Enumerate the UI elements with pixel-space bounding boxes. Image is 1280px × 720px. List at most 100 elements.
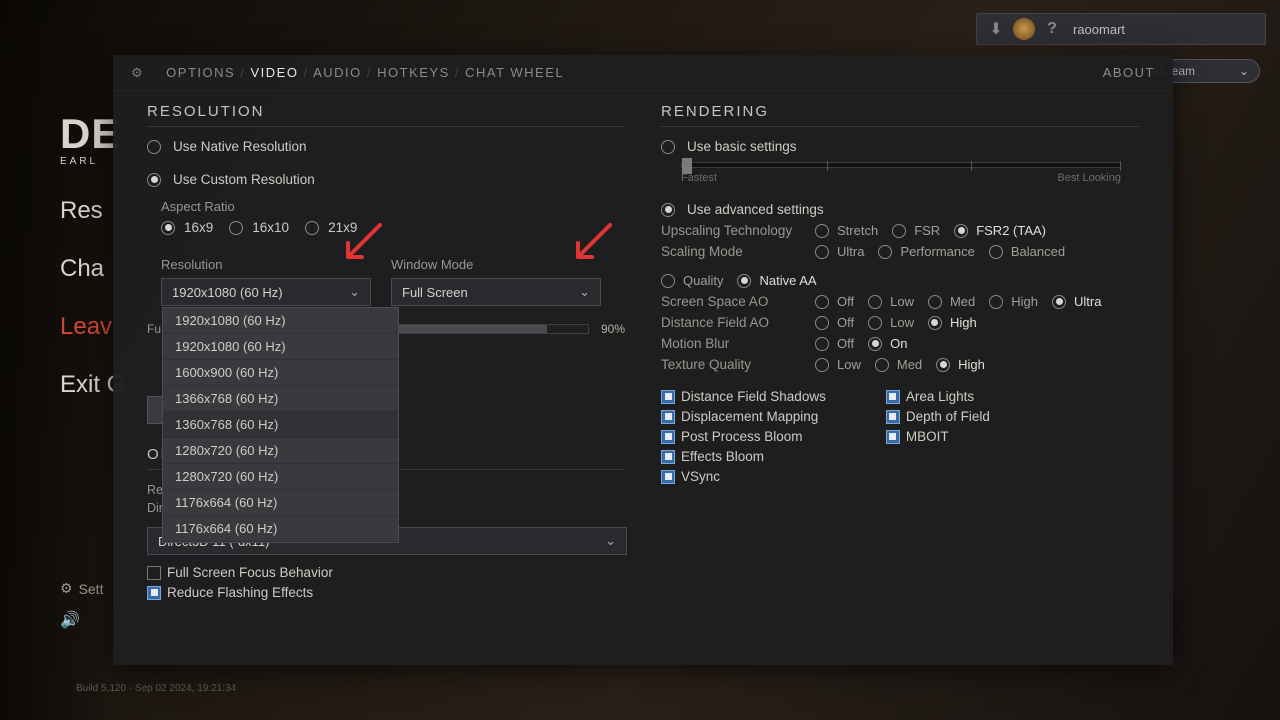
gear-icon[interactable]: ⚙ (131, 65, 144, 81)
radio-icon[interactable] (147, 140, 161, 154)
render-option-choice[interactable]: On (868, 336, 907, 351)
render-option-choice[interactable]: FSR2 (TAA) (954, 223, 1046, 238)
render-option-choice[interactable]: Balanced (989, 244, 1065, 259)
checkbox-icon[interactable] (886, 410, 900, 424)
resolution-option[interactable]: 1920x1080 (60 Hz) (163, 308, 398, 334)
render-option-choice[interactable]: Performance (878, 244, 974, 259)
sound-icon[interactable]: 🔊 (60, 610, 80, 630)
radio-icon[interactable] (928, 316, 942, 330)
radio-icon[interactable] (147, 173, 161, 187)
game-badge-icon[interactable] (1013, 18, 1035, 40)
fs-focus-checkbox[interactable]: Full Screen Focus Behavior (147, 565, 625, 580)
use-basic-row[interactable]: Use basic settings (661, 139, 1139, 154)
help-icon[interactable]: ? (1043, 20, 1061, 38)
radio-icon[interactable] (815, 358, 829, 372)
render-option-choice[interactable]: Ultra (815, 244, 864, 259)
render-option-choice[interactable]: Native AA (737, 273, 816, 288)
render-option-choice[interactable]: Ultra (1052, 294, 1101, 309)
render-option-choice[interactable]: Low (868, 294, 914, 309)
render-checkbox[interactable]: Displacement Mapping (661, 409, 826, 424)
radio-icon[interactable] (868, 295, 882, 309)
tab-hotkeys[interactable]: HOTKEYS (377, 65, 450, 80)
reduce-flash-checkbox[interactable]: Reduce Flashing Effects (147, 585, 625, 600)
use-advanced-row[interactable]: Use advanced settings (661, 202, 1139, 217)
render-checkbox[interactable]: Area Lights (886, 389, 990, 404)
render-checkbox[interactable]: VSync (661, 469, 826, 484)
resolution-option[interactable]: 1920x1080 (60 Hz) (163, 334, 398, 360)
radio-icon[interactable] (661, 274, 675, 288)
resolution-option[interactable]: 1280x720 (60 Hz) (163, 438, 398, 464)
aspect-option[interactable]: 21x9 (305, 220, 357, 235)
resolution-option[interactable]: 1366x768 (60 Hz) (163, 386, 398, 412)
radio-icon[interactable] (815, 337, 829, 351)
aspect-option[interactable]: 16x10 (229, 220, 289, 235)
radio-icon[interactable] (815, 224, 829, 238)
render-checkbox[interactable]: Distance Field Shadows (661, 389, 826, 404)
render-checkbox[interactable]: Effects Bloom (661, 449, 826, 464)
radio-icon[interactable] (737, 274, 751, 288)
checkbox-icon[interactable] (661, 470, 675, 484)
render-option-choice[interactable]: Off (815, 336, 854, 351)
render-checkbox[interactable]: MBOIT (886, 429, 990, 444)
checkbox-icon[interactable] (661, 390, 675, 404)
radio-icon[interactable] (954, 224, 968, 238)
render-option-choice[interactable]: Low (815, 357, 861, 372)
aspect-option[interactable]: 16x9 (161, 220, 213, 235)
render-option-choice[interactable]: High (928, 315, 977, 330)
radio-icon[interactable] (1052, 295, 1066, 309)
tab-about[interactable]: ABOUT (1103, 65, 1155, 80)
quality-slider[interactable]: Fastest Best Looking (681, 162, 1121, 184)
use-custom-row[interactable]: Use Custom Resolution (147, 172, 625, 187)
settings-menu-item[interactable]: ⚙ Sett (60, 580, 103, 597)
render-option-choice[interactable]: Quality (661, 273, 723, 288)
user-bar[interactable]: ⬇ ? raoomart (976, 13, 1266, 45)
render-checkbox[interactable]: Depth of Field (886, 409, 990, 424)
render-option-choice[interactable]: Med (928, 294, 975, 309)
radio-icon[interactable] (928, 295, 942, 309)
radio-icon[interactable] (868, 316, 882, 330)
checkbox-icon[interactable] (661, 450, 675, 464)
use-native-row[interactable]: Use Native Resolution (147, 139, 625, 154)
radio-icon[interactable] (868, 337, 882, 351)
render-option-choice[interactable]: Low (868, 315, 914, 330)
resolution-option[interactable]: 1176x664 (60 Hz) (163, 490, 398, 516)
checkbox-icon[interactable] (661, 410, 675, 424)
tab-options[interactable]: OPTIONS (166, 65, 235, 80)
radio-icon[interactable] (815, 316, 829, 330)
radio-icon[interactable] (661, 203, 675, 217)
checkbox-icon[interactable] (886, 390, 900, 404)
render-option-choice[interactable]: FSR (892, 223, 940, 238)
resolution-option[interactable]: 1176x664 (60 Hz) (163, 516, 398, 542)
radio-icon[interactable] (878, 245, 892, 259)
tab-video[interactable]: VIDEO (251, 65, 299, 80)
checkbox-icon[interactable] (147, 586, 161, 600)
radio-icon[interactable] (875, 358, 889, 372)
render-option-choice[interactable]: High (989, 294, 1038, 309)
checkbox-icon[interactable] (886, 430, 900, 444)
radio-icon[interactable] (936, 358, 950, 372)
resolution-option[interactable]: 1360x768 (60 Hz) (163, 412, 398, 438)
tab-chat-wheel[interactable]: CHAT WHEEL (465, 65, 564, 80)
resolution-dropdown[interactable]: 1920x1080 (60 Hz)1920x1080 (60 Hz)1600x9… (162, 307, 399, 543)
radio-icon[interactable] (989, 245, 1003, 259)
radio-icon[interactable] (815, 295, 829, 309)
download-icon[interactable]: ⬇ (987, 20, 1005, 38)
render-option-choice[interactable]: Off (815, 315, 854, 330)
render-option-choice[interactable]: Stretch (815, 223, 878, 238)
resolution-option[interactable]: 1280x720 (60 Hz) (163, 464, 398, 490)
radio-icon[interactable] (989, 295, 1003, 309)
tab-audio[interactable]: AUDIO (313, 65, 362, 80)
window-mode-select[interactable]: Full Screen ⌄ (391, 278, 601, 306)
radio-icon[interactable] (305, 221, 319, 235)
radio-icon[interactable] (892, 224, 906, 238)
render-option-choice[interactable]: High (936, 357, 985, 372)
checkbox-icon[interactable] (147, 566, 161, 580)
render-option-choice[interactable]: Med (875, 357, 922, 372)
radio-icon[interactable] (815, 245, 829, 259)
radio-icon[interactable] (161, 221, 175, 235)
radio-icon[interactable] (229, 221, 243, 235)
render-option-choice[interactable]: Off (815, 294, 854, 309)
render-checkbox[interactable]: Post Process Bloom (661, 429, 826, 444)
radio-icon[interactable] (661, 140, 675, 154)
resolution-select[interactable]: 1920x1080 (60 Hz) ⌄ 1920x1080 (60 Hz)192… (161, 278, 371, 306)
